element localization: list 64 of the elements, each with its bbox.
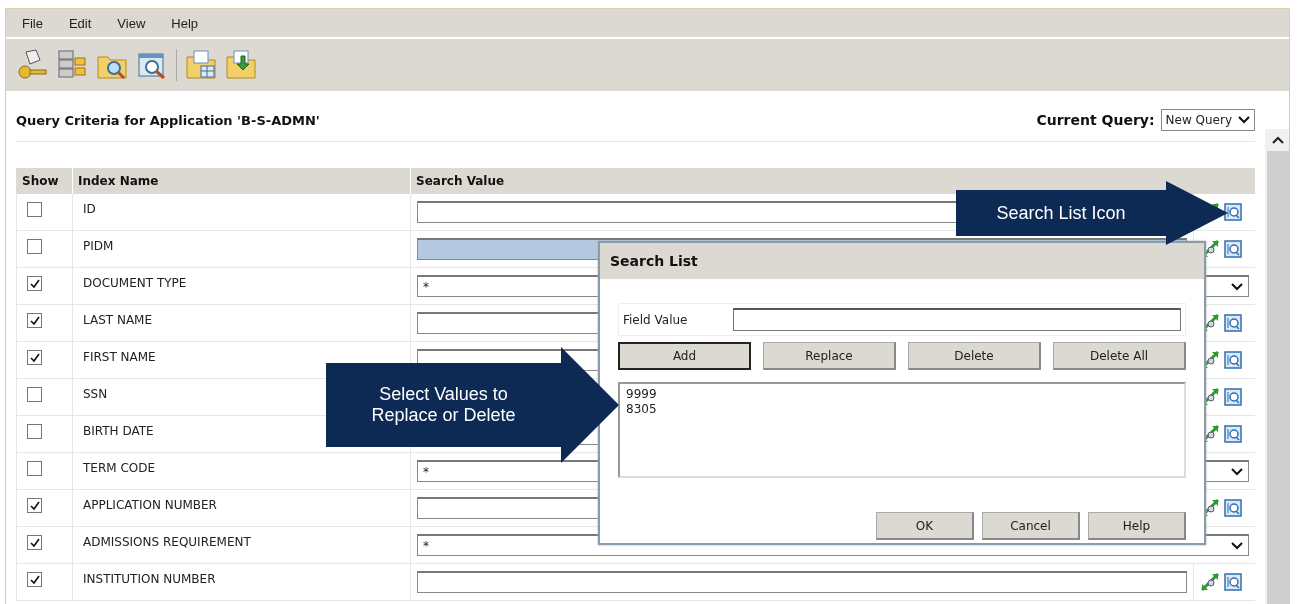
menu-item[interactable]: Edit: [68, 15, 92, 31]
checkbox[interactable]: [27, 350, 42, 365]
checkbox[interactable]: [27, 202, 42, 217]
key-icon[interactable]: [16, 48, 48, 82]
query-dropdown[interactable]: New Query: [1160, 109, 1255, 131]
input-field[interactable]: [733, 308, 1181, 331]
column-header: Search Value: [410, 168, 1255, 194]
checkbox[interactable]: [27, 498, 42, 513]
search-list-icon[interactable]: [1224, 499, 1242, 517]
index-name: SSN: [83, 387, 108, 401]
folder-arrow-icon[interactable]: [225, 48, 257, 82]
index-name: FIRST NAME: [83, 350, 156, 364]
scrollbar[interactable]: [1265, 129, 1289, 604]
index-name: LAST NAME: [83, 313, 153, 327]
search-list-icon[interactable]: [1224, 573, 1242, 591]
column-header: Index Name: [72, 168, 410, 194]
chevron-down-icon[interactable]: [1231, 541, 1243, 550]
chevron-up-icon[interactable]: [1272, 136, 1284, 144]
dialog-button[interactable]: Delete: [908, 342, 1041, 370]
dialog-button[interactable]: Help: [1088, 512, 1186, 540]
checkbox[interactable]: [27, 387, 42, 402]
checkbox[interactable]: [27, 424, 42, 439]
index-name: BIRTH DATE: [83, 424, 154, 438]
index-name: INSTITUTION NUMBER: [83, 572, 216, 586]
callout-tooltip: Select Values to Replace or Delete: [326, 347, 619, 463]
menu-item[interactable]: View: [117, 15, 146, 31]
index-name: ID: [83, 202, 96, 216]
checkbox[interactable]: [27, 461, 42, 476]
search-list-icon[interactable]: [1224, 203, 1242, 221]
checkbox[interactable]: [27, 572, 42, 587]
dialog-button[interactable]: Replace: [763, 342, 896, 370]
page-title: Query Criteria for Application 'B-S-ADMN': [16, 112, 320, 128]
checkbox[interactable]: [27, 239, 42, 254]
dialog-button[interactable]: Add: [618, 342, 751, 370]
search-list-icon[interactable]: [1224, 351, 1242, 369]
list-box[interactable]: 9999 8305: [618, 382, 1186, 478]
field-label: Field Value: [623, 312, 689, 327]
index-name: TERM CODE: [83, 461, 156, 475]
index-name: DOCUMENT TYPE: [83, 276, 187, 290]
menu-item[interactable]: Help: [171, 15, 199, 31]
column-header: Show: [16, 168, 72, 194]
dialog-title: Search List: [600, 243, 1204, 279]
checkbox[interactable]: [27, 535, 42, 550]
search-list-icon[interactable]: [1224, 240, 1242, 258]
search-list-icon[interactable]: [1224, 314, 1242, 332]
dialog-button[interactable]: Cancel: [982, 512, 1080, 540]
index-name: ADMISSIONS REQUIREMENT: [83, 535, 251, 549]
folder-table-icon[interactable]: [185, 48, 217, 82]
index-name: PIDM: [83, 239, 114, 253]
query-label: Current Query:: [1036, 112, 1155, 128]
search-list-icon[interactable]: [1224, 425, 1242, 443]
checkbox[interactable]: [27, 313, 42, 328]
search-list-icon[interactable]: [1224, 388, 1242, 406]
list-item[interactable]: 8305: [626, 402, 1178, 417]
chevron-down-icon[interactable]: [1231, 282, 1243, 291]
chevron-down-icon[interactable]: [1238, 116, 1250, 124]
chevron-down-icon[interactable]: [1231, 467, 1243, 476]
dialog-button[interactable]: Delete All: [1053, 342, 1186, 370]
input-field[interactable]: [417, 571, 1187, 593]
dialog-button[interactable]: OK: [876, 512, 974, 540]
list-item[interactable]: 9999: [626, 387, 1178, 402]
menu-item[interactable]: File: [22, 15, 43, 31]
index-name: APPLICATION NUMBER: [83, 498, 217, 512]
checkbox[interactable]: [27, 276, 42, 291]
